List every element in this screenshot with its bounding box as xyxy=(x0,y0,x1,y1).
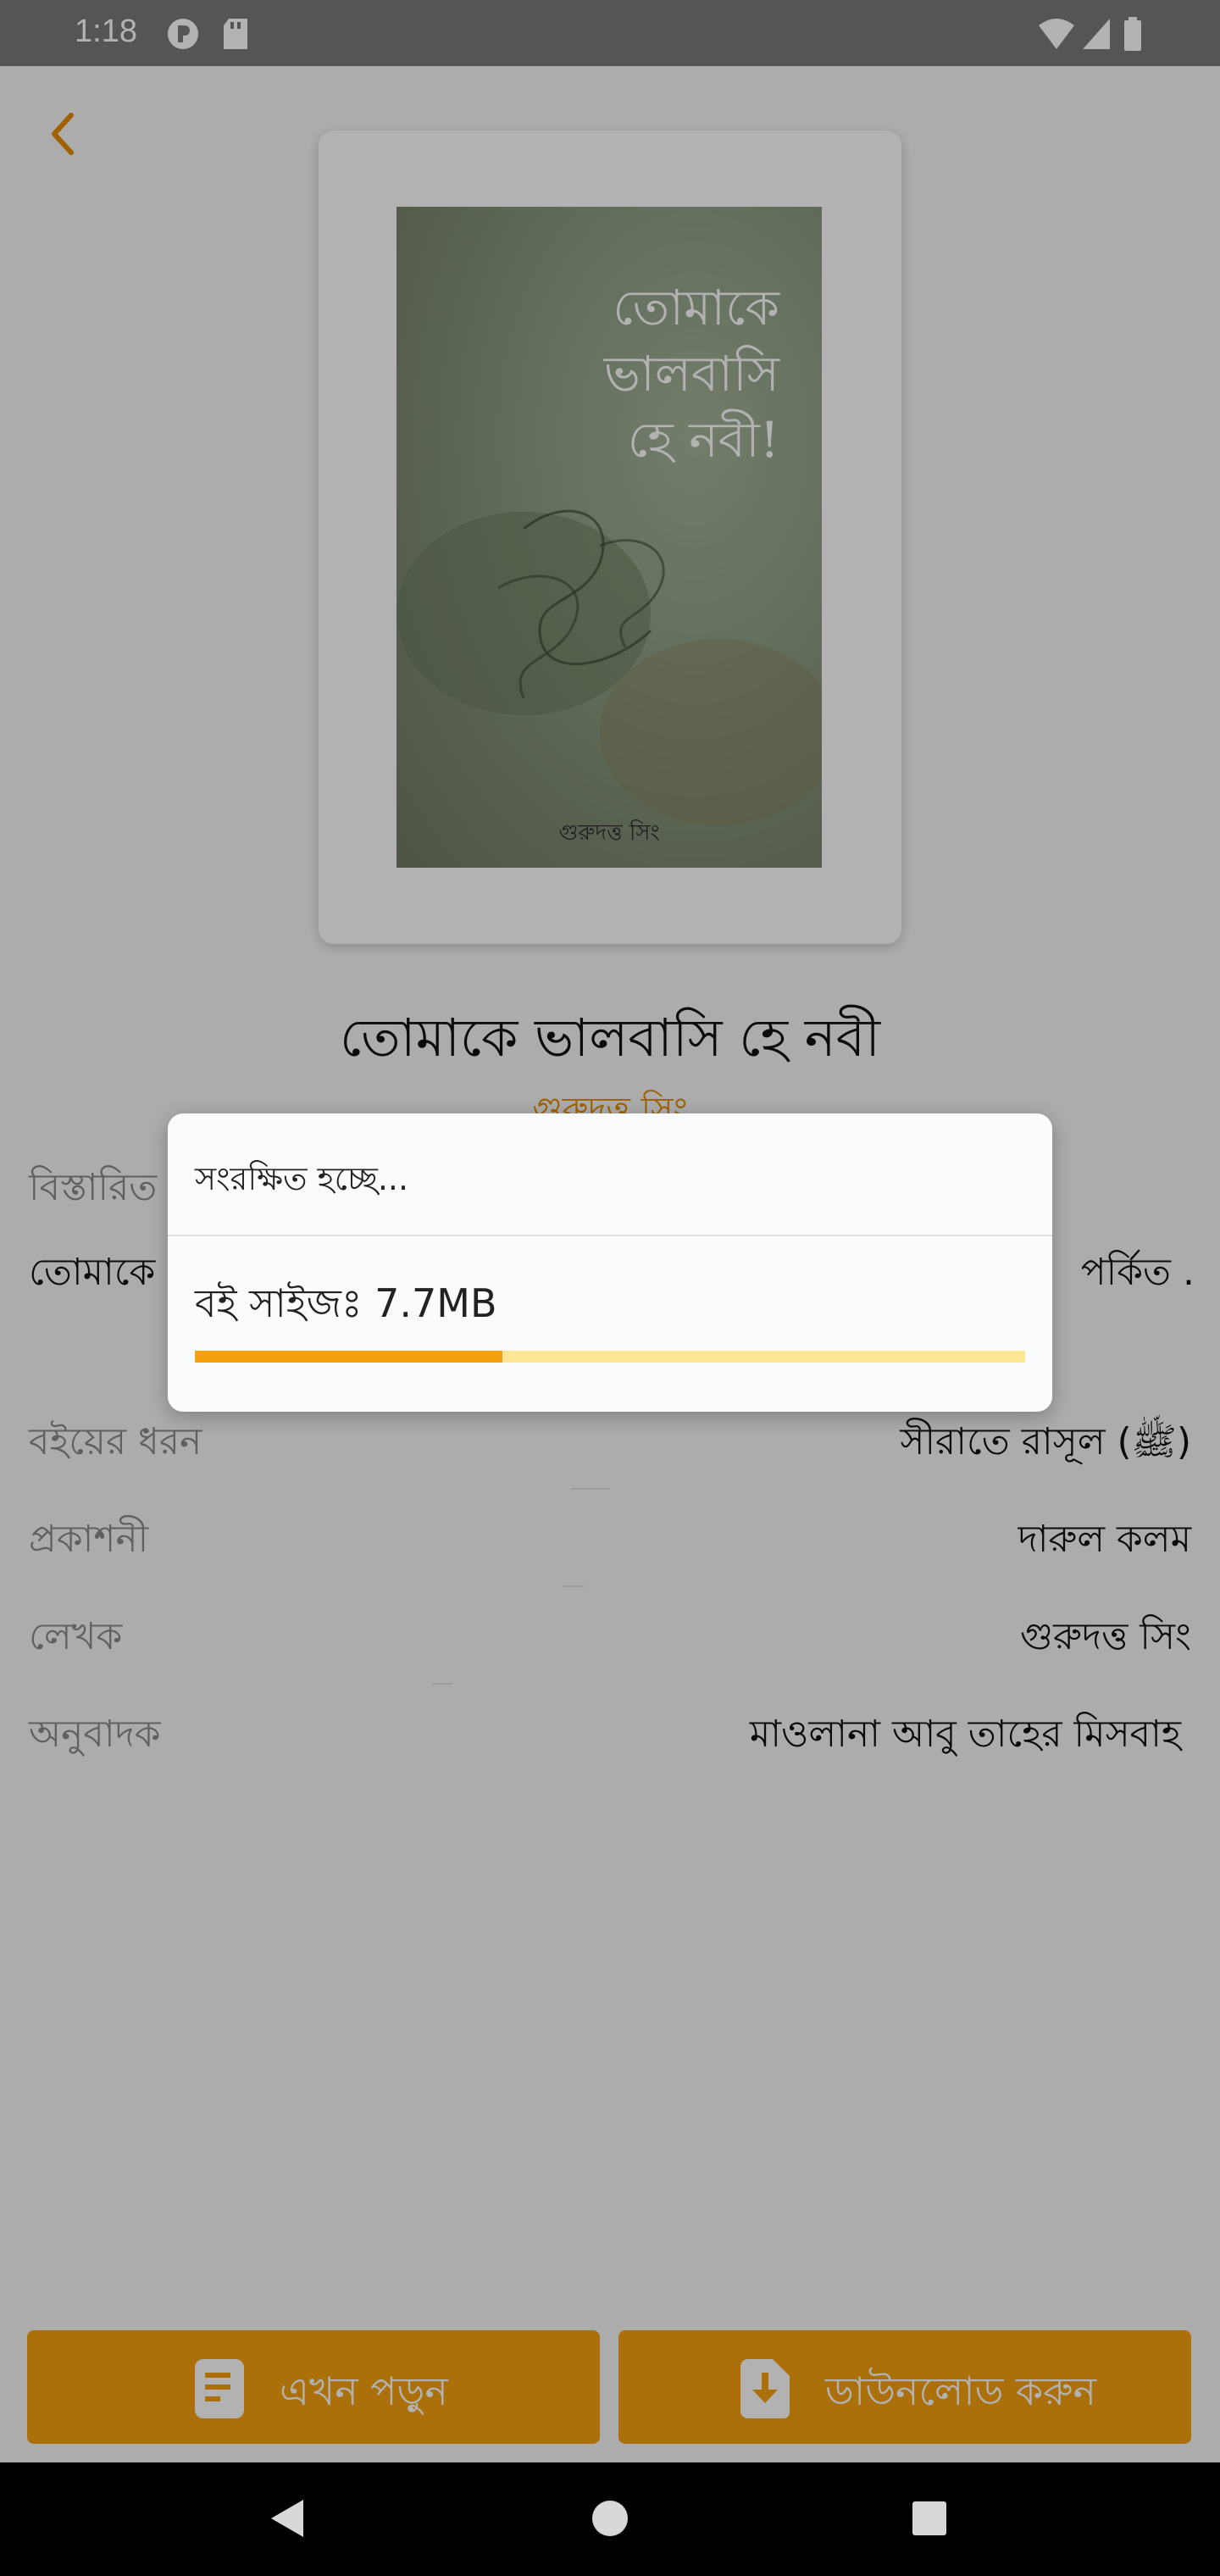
back-nav-icon[interactable] xyxy=(266,2496,307,2540)
download-progress-dialog: সংরক্ষিত হচ্ছে... বই সাইজঃ 7.7MB xyxy=(168,1113,1052,1412)
download-progress-bar xyxy=(195,1351,1025,1363)
download-progress-fill xyxy=(195,1351,502,1363)
dialog-title: সংরক্ষিত হচ্ছে... xyxy=(195,1160,409,1197)
divider xyxy=(168,1235,1052,1236)
book-size-text: বই সাইজঃ 7.7MB xyxy=(195,1280,497,1326)
system-nav-bar xyxy=(0,2462,1220,2576)
recents-nav-icon[interactable] xyxy=(912,2501,947,2536)
home-nav-icon[interactable] xyxy=(591,2500,629,2537)
